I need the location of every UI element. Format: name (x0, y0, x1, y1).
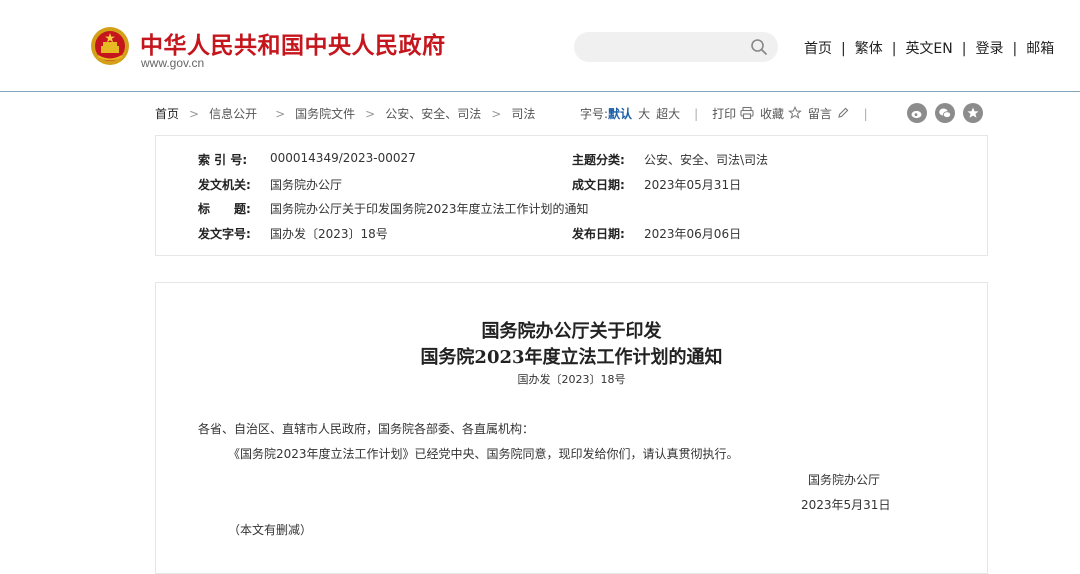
breadcrumb: 首页 > 信息公开 > 国务院文件 > 公安、安全、司法 > 司法 (155, 105, 535, 122)
nav-separator: | (961, 41, 967, 57)
print-button[interactable]: 打印 (712, 106, 754, 121)
created-date-value: 2023年05月31日 (644, 178, 742, 192)
nav-english[interactable]: 英文EN (905, 41, 952, 57)
published-date-label: 发布日期: (572, 227, 625, 241)
published-date-value: 2023年06月06日 (644, 227, 742, 241)
article-paragraph: 《国务院2023年度立法工作计划》已经党中央、国务院同意，现印发给你们，请认真贯… (228, 447, 739, 461)
print-label: 打印 (712, 107, 737, 121)
favorite-button[interactable]: 收藏 (759, 106, 802, 121)
print-icon (740, 106, 754, 120)
nav-separator: | (1012, 41, 1018, 57)
site-url: www.gov.cn (141, 56, 205, 70)
article-date: 2023年5月31日 (801, 498, 891, 512)
chevron-right-icon: > (275, 107, 286, 121)
share-buttons (907, 103, 991, 126)
star-icon (787, 106, 802, 119)
nav-login[interactable]: 登录 (975, 41, 1003, 57)
meta-row: 标 题: 国务院办公厅关于印发国务院2023年度立法工作计划的通知 (156, 200, 987, 216)
favorite-label: 收藏 (759, 107, 784, 121)
chevron-right-icon: > (189, 107, 200, 121)
article-title-line2: 国务院2023年度立法工作计划的通知 (420, 347, 723, 368)
article-doc-number: 国办发〔2023〕18号 (517, 373, 626, 386)
nav-separator: | (841, 41, 846, 57)
meta-row: 索 引 号: 000014349/2023-00027 主题分类: 公安、安全、… (156, 151, 987, 167)
meta-row: 发文字号: 国办发〔2023〕18号 发布日期: 2023年06月06日 (156, 225, 987, 241)
tools-separator: | (863, 107, 868, 121)
index-number-label: 索 引 号: (198, 153, 248, 167)
comment-button[interactable]: 留言 (808, 107, 850, 121)
page-tools: 字号:默认大超大 | 打印 收藏 留言 | (580, 105, 882, 122)
article-body: 国务院办公厅关于印发 国务院2023年度立法工作计划的通知 国办发〔2023〕1… (155, 282, 988, 574)
font-size-xlarge[interactable]: 超大 (656, 107, 680, 121)
breadcrumb-toolbar: 首页 > 信息公开 > 国务院文件 > 公安、安全、司法 > 司法 字号:默认大超大 | 打印 收藏… (155, 103, 988, 123)
comment-label: 留言 (807, 107, 832, 121)
site-header: 中华人民共和国中央人民政府 www.gov.cn 首页 | 繁体 | 英文EN | 登录 | 邮… (0, 0, 1080, 91)
doc-number-label: 发文字号: (198, 227, 251, 241)
breadcrumb-state-council-docs[interactable]: 国务院文件 (295, 107, 355, 121)
category-value: 公安、安全、司法\司法 (644, 153, 769, 167)
search-input[interactable] (588, 38, 742, 58)
nav-traditional[interactable]: 繁体 (855, 41, 883, 57)
nav-home[interactable]: 首页 (804, 41, 832, 57)
header-divider (0, 91, 1080, 92)
issuer-value: 国务院办公厅 (270, 178, 343, 192)
chevron-right-icon: > (365, 107, 376, 121)
article-signature: 国务院办公厅 (808, 473, 881, 487)
weibo-icon[interactable] (907, 103, 927, 123)
article-note: （本文有删减） (228, 523, 313, 537)
breadcrumb-public-security[interactable]: 公安、安全、司法 (385, 107, 481, 121)
nav-mail[interactable]: 邮箱 (1026, 41, 1054, 57)
doc-number-value: 国办发〔2023〕18号 (270, 227, 388, 241)
title-label: 标 题: (198, 202, 251, 216)
site-title[interactable]: 中华人民共和国中央人民政府 (140, 26, 446, 60)
font-size-label: 字号: (580, 107, 609, 121)
font-size-large[interactable]: 大 (638, 107, 650, 121)
document-meta: 索 引 号: 000014349/2023-00027 主题分类: 公安、安全、… (155, 135, 988, 256)
breadcrumb-justice[interactable]: 司法 (511, 107, 535, 121)
created-date-label: 成文日期: (572, 178, 625, 192)
search-icon[interactable] (750, 38, 768, 56)
issuer-label: 发文机关: (198, 178, 251, 192)
article-title-line1: 国务院办公厅关于印发 (481, 321, 662, 342)
wechat-icon[interactable] (935, 103, 955, 123)
pencil-icon (837, 107, 849, 118)
title-value: 国务院办公厅关于印发国务院2023年度立法工作计划的通知 (270, 202, 589, 216)
search-box (574, 32, 778, 62)
index-number-value: 000014349/2023-00027 (270, 151, 416, 165)
breadcrumb-home[interactable]: 首页 (155, 107, 179, 121)
category-label: 主题分类: (572, 153, 625, 167)
meta-row: 发文机关: 国务院办公厅 成文日期: 2023年05月31日 (156, 176, 987, 192)
top-nav: 首页 | 繁体 | 英文EN | 登录 | 邮箱 (804, 38, 1054, 58)
favorite-circle-icon[interactable] (963, 103, 983, 123)
national-emblem-icon[interactable] (90, 26, 130, 66)
nav-separator: | (891, 41, 897, 57)
breadcrumb-info-public[interactable]: 信息公开 (209, 107, 257, 121)
tools-separator: | (694, 107, 699, 121)
font-size-default[interactable]: 默认 (608, 107, 632, 121)
chevron-right-icon: > (491, 107, 502, 121)
article-salutation: 各省、自治区、直辖市人民政府，国务院各部委、各直属机构： (198, 422, 535, 436)
